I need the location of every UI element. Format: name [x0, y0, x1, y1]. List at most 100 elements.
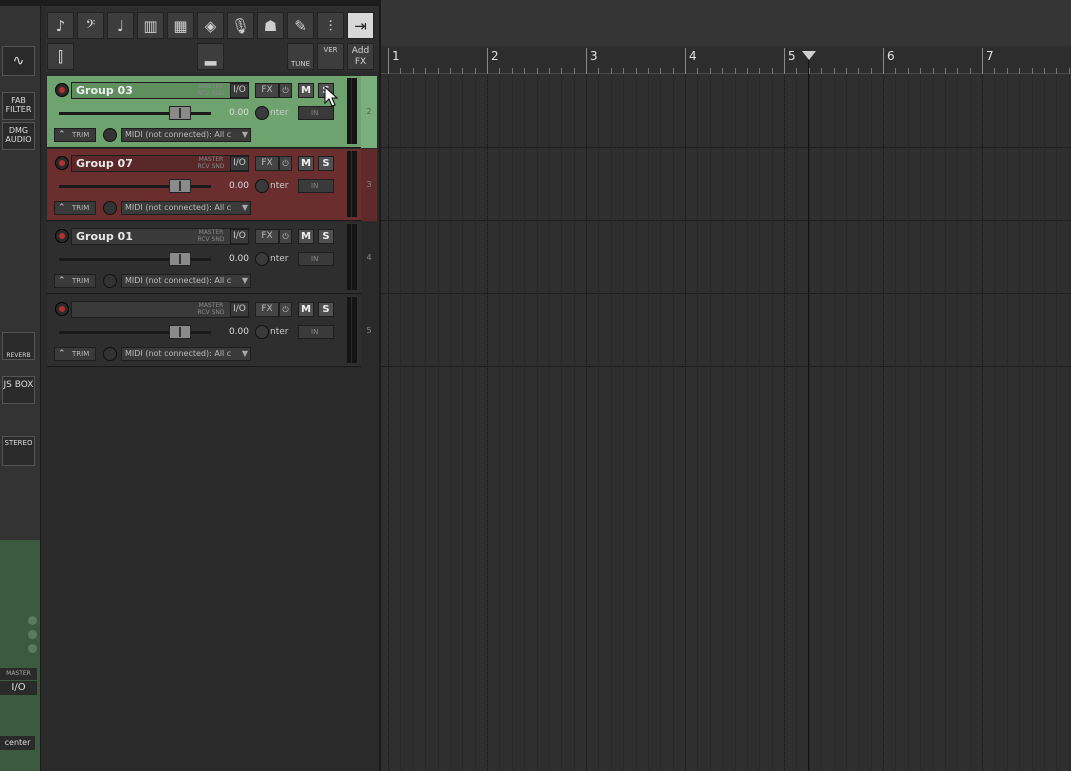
mixer-icon[interactable]: ⫿ [47, 43, 74, 70]
knob-icon[interactable] [28, 616, 37, 625]
ruler-bar-line [685, 48, 686, 74]
grid-line [735, 74, 736, 771]
trim-button[interactable]: TRIM [54, 347, 96, 361]
guitar-icon[interactable]: ♩ [107, 12, 134, 39]
chevron-down-icon[interactable]: ▼ [239, 128, 251, 142]
ruler-bar-line [883, 48, 884, 74]
pan-knob[interactable] [255, 179, 269, 193]
knob-icon[interactable] [28, 644, 37, 653]
io-button[interactable]: I/O [230, 83, 249, 98]
mute-button[interactable]: M [298, 156, 314, 171]
input-button[interactable]: IN [298, 252, 334, 266]
record-arm-icon[interactable] [55, 156, 69, 170]
waveform-icon[interactable]: ∿ [2, 46, 35, 76]
fx-bypass-icon[interactable]: ⏻ [279, 302, 292, 317]
edit-cursor-marker[interactable] [802, 51, 816, 60]
grid-bar-line [388, 74, 390, 771]
midi-input-select[interactable]: MIDI (not connected): All c [121, 274, 251, 288]
trim-button[interactable]: TRIM [54, 128, 96, 142]
stereo-button[interactable]: STEREO [2, 436, 35, 466]
midi-input-select[interactable]: MIDI (not connected): All c [121, 201, 251, 215]
fx-bypass-icon[interactable]: ⏻ [279, 156, 292, 171]
input-button[interactable]: IN [298, 325, 334, 339]
vocalist-icon[interactable]: ☗ [257, 12, 284, 39]
eq-icon[interactable]: ⫶ [317, 12, 344, 39]
drum-kit-icon[interactable]: ♪ [47, 12, 74, 39]
solo-button[interactable]: S [318, 156, 334, 171]
grid-line [636, 74, 637, 771]
trim-button[interactable]: TRIM [54, 274, 96, 288]
synth-icon[interactable]: ▦ [167, 12, 194, 39]
midi-input-select[interactable]: MIDI (not connected): All c [121, 347, 251, 361]
chevron-down-icon[interactable]: ▼ [239, 274, 251, 288]
io-button[interactable]: I/O [230, 302, 249, 317]
fx-bypass-icon[interactable]: ⏻ [279, 83, 292, 98]
fx-bypass-icon[interactable]: ⏻ [279, 229, 292, 244]
piano-keys-icon[interactable]: ▥ [137, 12, 164, 39]
track-row[interactable]: Group 01 MASTER RCV SND I/O FX ⏻ M S 0.00… [47, 222, 377, 294]
solo-button[interactable]: S [318, 302, 334, 317]
js-box-button[interactable]: JS BOX [2, 376, 35, 404]
midi-input-icon[interactable] [103, 347, 117, 361]
record-arm-icon[interactable] [55, 229, 69, 243]
chevron-down-icon[interactable]: ▼ [239, 201, 251, 215]
arrange-view[interactable]: 1 2 3 4 5 6 7 [381, 0, 1071, 771]
ruler-bar-line [487, 48, 488, 74]
mute-button[interactable]: M [298, 83, 314, 98]
track-row[interactable]: MASTER RCV SND I/O FX ⏻ M S 0.00 nter IN … [47, 295, 377, 367]
midi-input-icon[interactable] [103, 128, 117, 142]
chevron-down-icon[interactable]: ▼ [239, 347, 251, 361]
solo-button[interactable]: S [318, 229, 334, 244]
grid-line [400, 74, 401, 771]
pan-knob[interactable] [255, 252, 269, 266]
track-control-panel: Group 03 MASTERRCV SND I/O FX ⏻ M S 0.00… [45, 74, 379, 771]
fx-button[interactable]: FX [255, 302, 279, 317]
midi-input-select[interactable]: MIDI (not connected): All c [121, 128, 251, 142]
level-meter [347, 224, 357, 290]
dmg-audio-button[interactable]: DMG AUDIO [2, 122, 35, 150]
record-arm-icon[interactable] [55, 302, 69, 316]
ruler-bar-label: 7 [986, 49, 994, 63]
fx-button[interactable]: FX [255, 156, 279, 171]
master-io-button[interactable]: I/O [0, 681, 37, 695]
add-fx-button[interactable]: Add FX [347, 43, 374, 70]
input-button[interactable]: IN [298, 106, 334, 120]
track-row[interactable]: Group 07 MASTER RCV SND I/O FX ⏻ M S 0.00… [47, 149, 377, 221]
arrow-right-icon[interactable]: ⇥ [347, 12, 374, 39]
bass-clef-icon[interactable]: 𝄢 [77, 12, 104, 39]
grid-line [1056, 74, 1057, 771]
io-button[interactable]: I/O [230, 156, 249, 171]
pencil-icon[interactable]: ✎ [287, 12, 314, 39]
pan-knob[interactable] [255, 106, 269, 120]
record-arm-icon[interactable] [55, 83, 69, 97]
midi-input-icon[interactable] [103, 274, 117, 288]
midi-input-icon[interactable] [103, 201, 117, 215]
fx-button[interactable]: FX [255, 83, 279, 98]
spectrum-icon[interactable]: ▂ [197, 43, 224, 70]
io-button[interactable]: I/O [230, 229, 249, 244]
fab-filter-button[interactable]: FAB FILTER [2, 92, 35, 120]
mute-button[interactable]: M [298, 229, 314, 244]
input-button[interactable]: IN [298, 179, 334, 193]
fx-button[interactable]: FX [255, 229, 279, 244]
volume-fader-handle[interactable] [169, 179, 191, 193]
volume-fader-handle[interactable] [169, 106, 191, 120]
timeline-ruler[interactable] [381, 46, 1071, 74]
grid-line [920, 74, 921, 771]
pan-knob[interactable] [255, 325, 269, 339]
microphone-icon[interactable]: 🎙 [227, 12, 254, 39]
lane-divider [381, 147, 1071, 148]
volume-fader-handle[interactable] [169, 325, 191, 339]
keyboard-icon[interactable]: ◈ [197, 12, 224, 39]
mute-button[interactable]: M [298, 302, 314, 317]
grid-line [821, 74, 822, 771]
volume-fader-handle[interactable] [169, 252, 191, 266]
tune-button[interactable]: TUNE [287, 43, 314, 70]
reverb-button[interactable]: REVERB [2, 332, 35, 360]
master-send-label: MASTER RCV SND [197, 302, 225, 316]
grid-line [611, 74, 612, 771]
trim-button[interactable]: TRIM [54, 201, 96, 215]
version-button[interactable]: VER [317, 43, 344, 70]
arrange-header [381, 0, 1071, 46]
knob-icon[interactable] [28, 630, 37, 639]
